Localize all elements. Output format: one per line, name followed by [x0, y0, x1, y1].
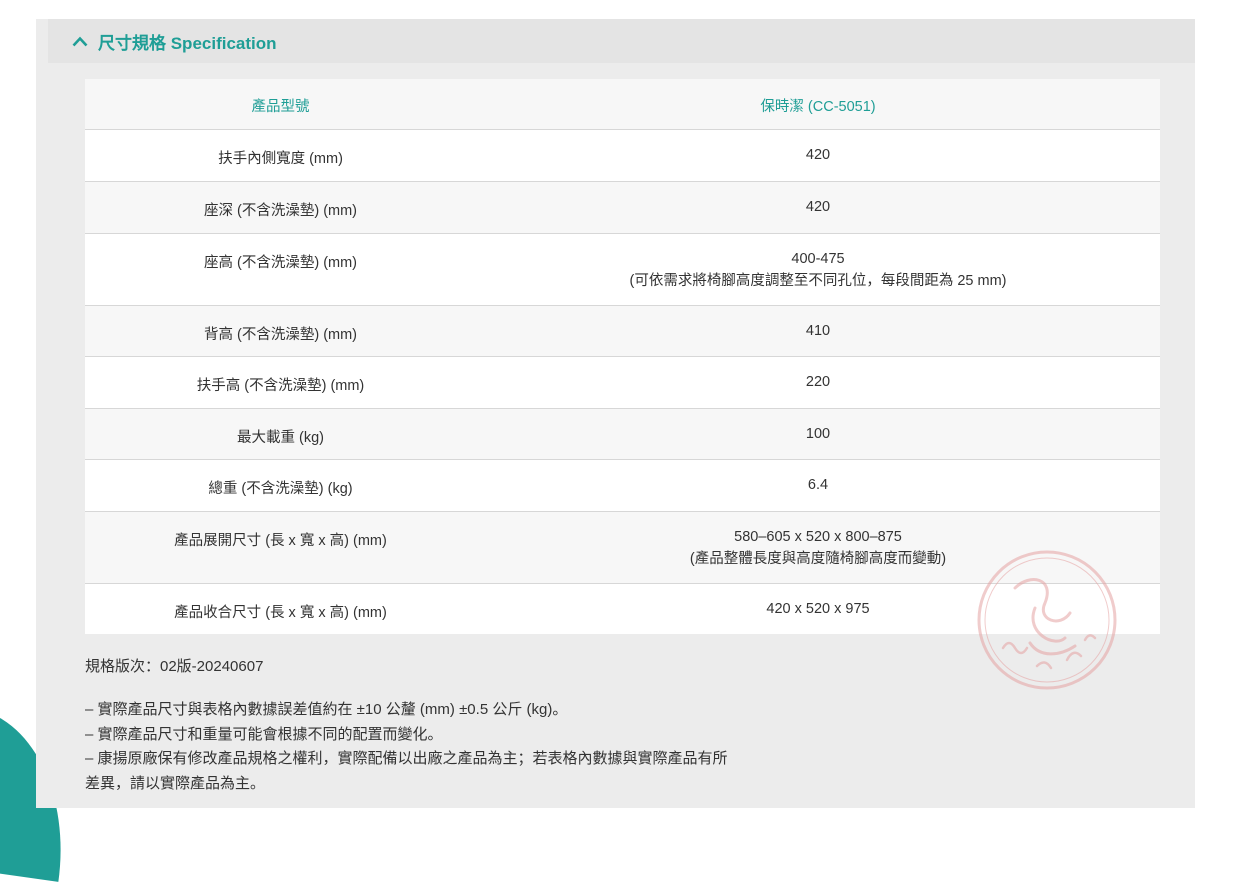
seal-stamp-icon	[977, 550, 1117, 690]
header-label: 產品型號	[251, 99, 310, 115]
note-line: – 康揚原廠保有修改產品規格之權利，實際配備以出廠之產品為主；若表格內數據與實際…	[85, 750, 728, 767]
table-row: 背高 (不含洗澡墊) (mm) 410	[85, 304, 1160, 356]
row-label: 座高 (不含洗澡墊) (mm)	[85, 232, 476, 305]
header-value: 保時潔 (CC-5051)	[760, 99, 876, 115]
table-header-row: 產品型號 保時潔 (CC-5051)	[85, 79, 1160, 129]
section-title[interactable]: 尺寸規格 Specification	[98, 29, 277, 54]
row-value-main: 400-475	[791, 250, 845, 267]
row-value: 410	[476, 304, 1160, 356]
row-value: 420	[476, 128, 1160, 181]
row-label: 座深 (不含洗澡墊) (mm)	[85, 180, 476, 233]
row-value-note: (可依需求將椅腳高度調整至不同孔位，每段間距為 25 mm)	[629, 272, 1007, 289]
row-label: 產品展開尺寸 (長 x 寬 x 高) (mm)	[85, 510, 476, 583]
spec-version: 規格版次：02版-20240607	[85, 658, 264, 675]
chevron-up-icon[interactable]	[70, 31, 90, 51]
row-label: 扶手高 (不含洗澡墊) (mm)	[85, 355, 476, 408]
notes: – 實際產品尺寸與表格內數據誤差值約在 ±10 公釐 (mm) ±0.5 公斤 …	[85, 698, 785, 796]
row-label: 產品收合尺寸 (長 x 寬 x 高) (mm)	[85, 582, 476, 634]
row-value: 6.4	[476, 458, 1160, 511]
row-value: 220	[476, 355, 1160, 408]
note-line: 差異，請以實際產品為主。	[85, 774, 266, 792]
row-value-main: 580–605 x 520 x 800–875	[734, 528, 902, 545]
table-row: 座深 (不含洗澡墊) (mm) 420	[85, 180, 1160, 233]
accordion-header[interactable]: 尺寸規格 Specification	[48, 19, 1195, 63]
row-value: 400-475 (可依需求將椅腳高度調整至不同孔位，每段間距為 25 mm)	[476, 232, 1160, 305]
row-label: 最大載重 (kg)	[85, 407, 476, 459]
row-label: 扶手內側寬度 (mm)	[85, 128, 476, 181]
table-row: 座高 (不含洗澡墊) (mm) 400-475 (可依需求將椅腳高度調整至不同孔…	[85, 232, 1160, 305]
table-row: 總重 (不含洗澡墊) (kg) 6.4	[85, 458, 1160, 511]
row-label: 總重 (不含洗澡墊) (kg)	[85, 458, 476, 511]
row-value: 100	[476, 407, 1160, 459]
row-value: 420	[476, 180, 1160, 233]
row-label: 背高 (不含洗澡墊) (mm)	[85, 304, 476, 356]
table-row: 扶手內側寬度 (mm) 420	[85, 128, 1160, 181]
note-line: – 實際產品尺寸和重量可能會根據不同的配置而變化。	[85, 725, 443, 743]
table-row: 扶手高 (不含洗澡墊) (mm) 220	[85, 355, 1160, 408]
note-line: – 實際產品尺寸與表格內數據誤差值約在 ±10 公釐 (mm) ±0.5 公斤 …	[85, 701, 568, 718]
table-row: 最大載重 (kg) 100	[85, 407, 1160, 459]
